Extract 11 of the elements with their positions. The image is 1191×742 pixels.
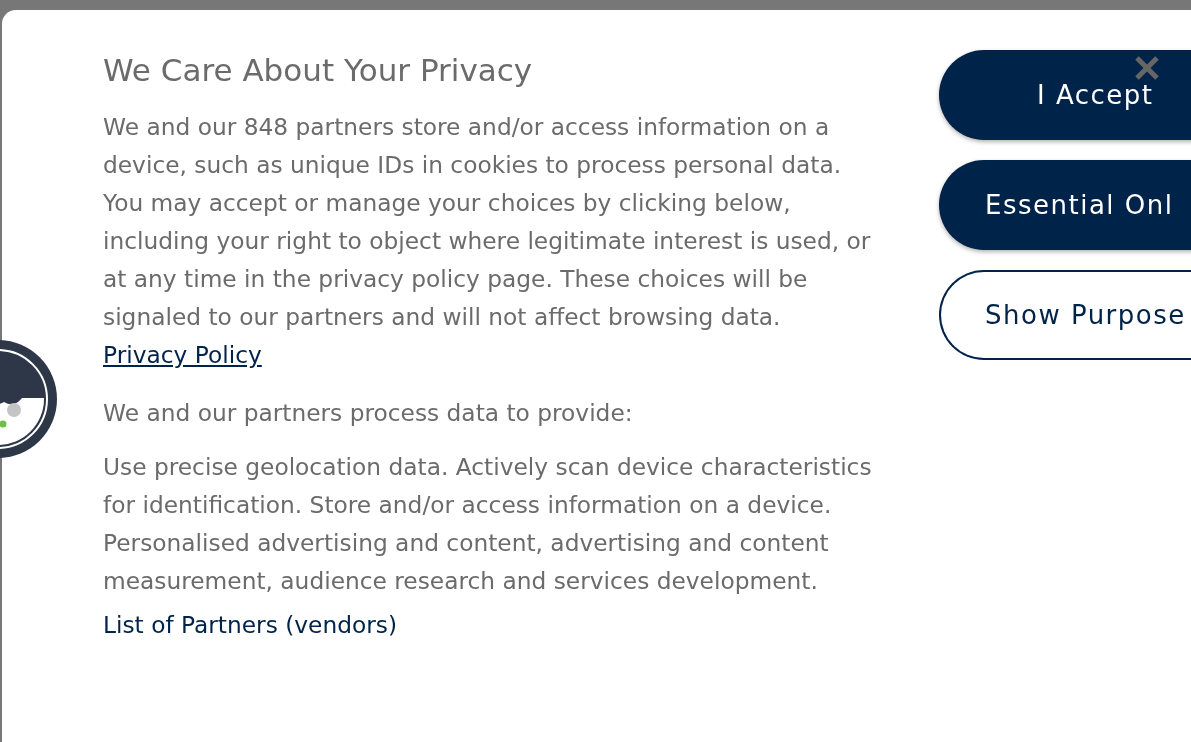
avatar-icon[interactable] xyxy=(0,338,58,460)
partners-link[interactable]: List of Partners (vendors) xyxy=(103,606,398,644)
primary-button[interactable]: Essential Onl xyxy=(939,160,1191,250)
primary-button[interactable]: I Accept xyxy=(939,50,1191,140)
intro-paragraph: We and our 848 partners store and/or access information on a device, such as unique IDs in cookies to process personal data. You may accept or manage your choices by clicking below, including your right to object where legitimate interest is used, or at any time in the privacy policy page. These choices will be signaled to our partners and will not affect browsing data. Privacy Policy xyxy=(103,112,872,370)
purposes-heading: We and our partners process data to provide: xyxy=(103,398,634,428)
purposes-text: Use precise geolocation data. Actively scan device characteristics for identification. Store and/or access information on a device. Personalised advertising and content, advertising and content measurement, audience research and services development. xyxy=(103,452,873,596)
outline-button[interactable]: Show Purpose xyxy=(939,270,1191,360)
dialog-title: We Care About Your Privacy xyxy=(103,51,534,90)
close-icon[interactable] xyxy=(1133,54,1161,82)
privacy-policy-link[interactable]: Privacy Policy xyxy=(103,341,262,368)
